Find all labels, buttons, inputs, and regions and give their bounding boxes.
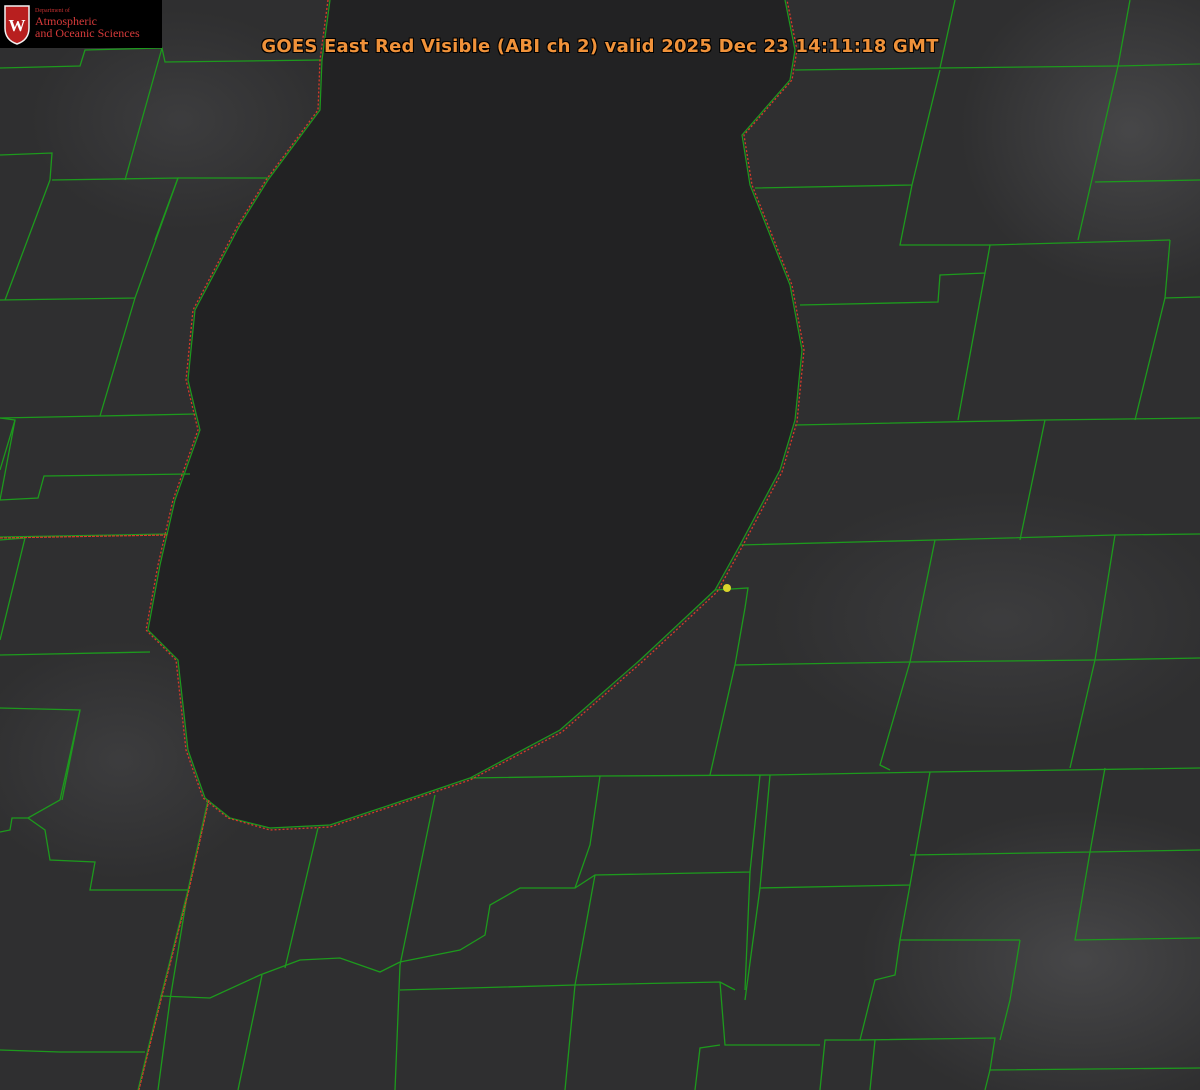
- image-title: GOES East Red Visible (ABI ch 2) valid 2…: [261, 36, 939, 57]
- crest-letter: W: [9, 16, 26, 35]
- satellite-map: [0, 0, 1200, 1090]
- station-marker: [723, 584, 731, 592]
